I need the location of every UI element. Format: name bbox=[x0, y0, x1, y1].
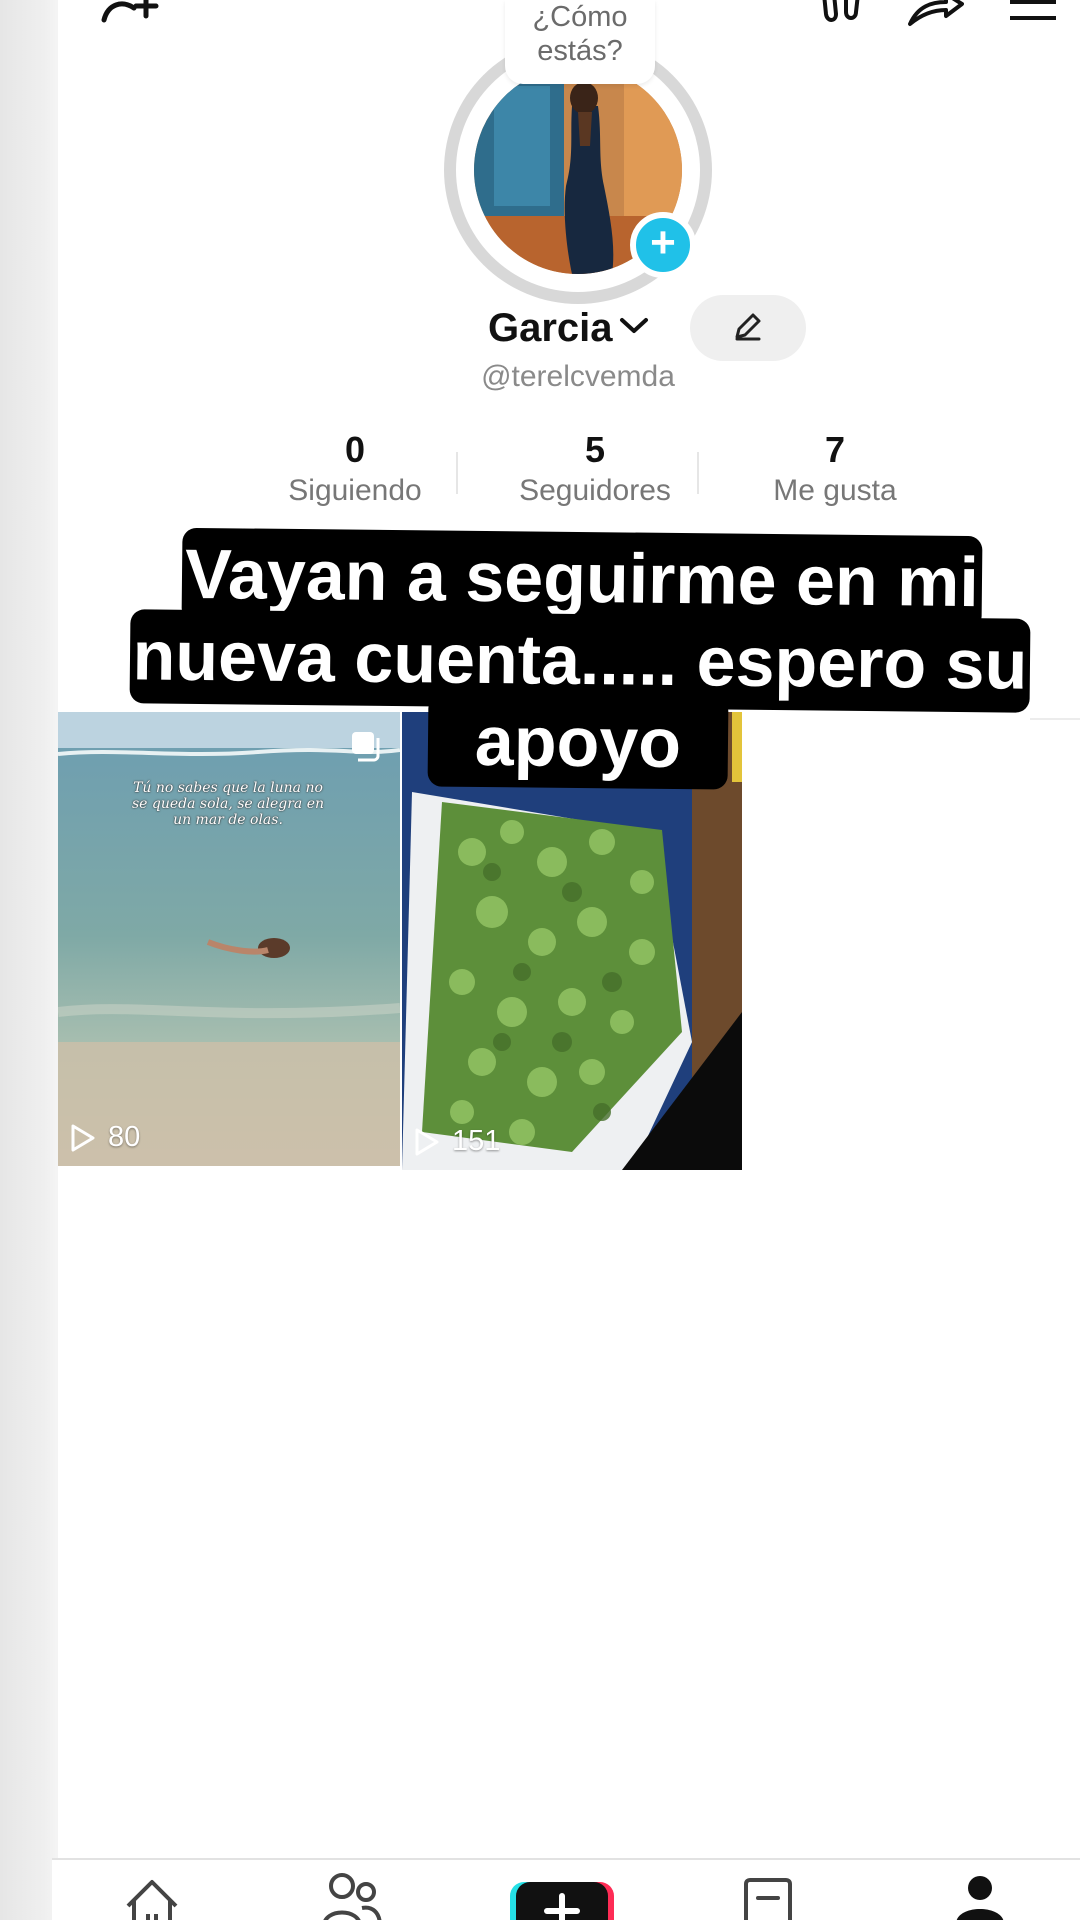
video-overlay-text: Tú no sabes que la luna no se queda sola… bbox=[131, 780, 325, 828]
friends-icon bbox=[323, 1873, 382, 1920]
share-profile-icon[interactable] bbox=[906, 0, 964, 33]
bottom-navigation bbox=[52, 1858, 1080, 1920]
stat-following-value: 0 bbox=[344, 429, 366, 470]
pencil-icon bbox=[731, 309, 765, 348]
stat-divider bbox=[456, 452, 458, 494]
inbox-icon bbox=[744, 1878, 792, 1920]
stat-following[interactable]: 0 Siguiendo bbox=[245, 428, 465, 510]
nav-inbox[interactable] bbox=[740, 1876, 796, 1920]
play-icon bbox=[415, 1128, 439, 1155]
divider bbox=[1030, 718, 1080, 720]
status-text-line1: ¿Cómo bbox=[532, 1, 628, 33]
create-button[interactable] bbox=[510, 1882, 614, 1920]
photo-carousel-icon bbox=[350, 730, 384, 767]
play-icon bbox=[71, 1124, 95, 1151]
nav-friends[interactable] bbox=[320, 1872, 384, 1920]
chevron-down-icon bbox=[619, 316, 649, 341]
home-icon bbox=[126, 1880, 178, 1920]
menu-icon[interactable] bbox=[1008, 0, 1058, 29]
add-friend-icon[interactable] bbox=[100, 0, 160, 29]
caption-line-3: apoyo bbox=[427, 694, 729, 790]
stat-followers[interactable]: 5 Seguidores bbox=[485, 428, 705, 510]
edit-profile-button[interactable] bbox=[690, 295, 806, 361]
device-edge bbox=[0, 0, 62, 1920]
create-icon bbox=[510, 1882, 614, 1920]
stat-likes-label: Me gusta bbox=[773, 474, 897, 507]
add-story-button[interactable]: + bbox=[630, 212, 696, 278]
stat-divider bbox=[697, 452, 699, 494]
stat-likes-value: 7 bbox=[824, 429, 846, 470]
nav-profile[interactable] bbox=[952, 1874, 1008, 1920]
profile-icon bbox=[956, 1876, 1004, 1920]
name-row[interactable]: Garcia bbox=[488, 298, 649, 358]
nav-home[interactable] bbox=[122, 1878, 182, 1920]
view-count: 80 bbox=[70, 1121, 140, 1154]
view-count: 151 bbox=[414, 1125, 500, 1158]
status-text-line2: estás? bbox=[537, 35, 623, 67]
view-count-value: 80 bbox=[108, 1121, 141, 1153]
display-name: Garcia bbox=[488, 305, 613, 350]
profile-stats: 0 Siguiendo 5 Seguidores 7 Me gusta bbox=[240, 428, 960, 518]
view-count-value: 151 bbox=[452, 1125, 501, 1157]
video-thumbnail[interactable]: Tú no sabes que la luna no se queda sola… bbox=[58, 712, 400, 1166]
stat-followers-value: 5 bbox=[584, 429, 606, 470]
plus-icon: + bbox=[650, 218, 676, 267]
stat-likes[interactable]: 7 Me gusta bbox=[725, 428, 945, 510]
footprints-icon[interactable] bbox=[818, 0, 864, 33]
stat-followers-label: Seguidores bbox=[519, 474, 671, 507]
status-bubble[interactable]: ¿Cómo estás? bbox=[505, 0, 655, 84]
stat-following-label: Siguiendo bbox=[288, 474, 422, 507]
username-handle: @terelcvemda bbox=[481, 360, 675, 393]
profile-screen: ¿Cómo estás? + Garcia @terelcvemda 0 Sig… bbox=[0, 0, 1080, 1920]
